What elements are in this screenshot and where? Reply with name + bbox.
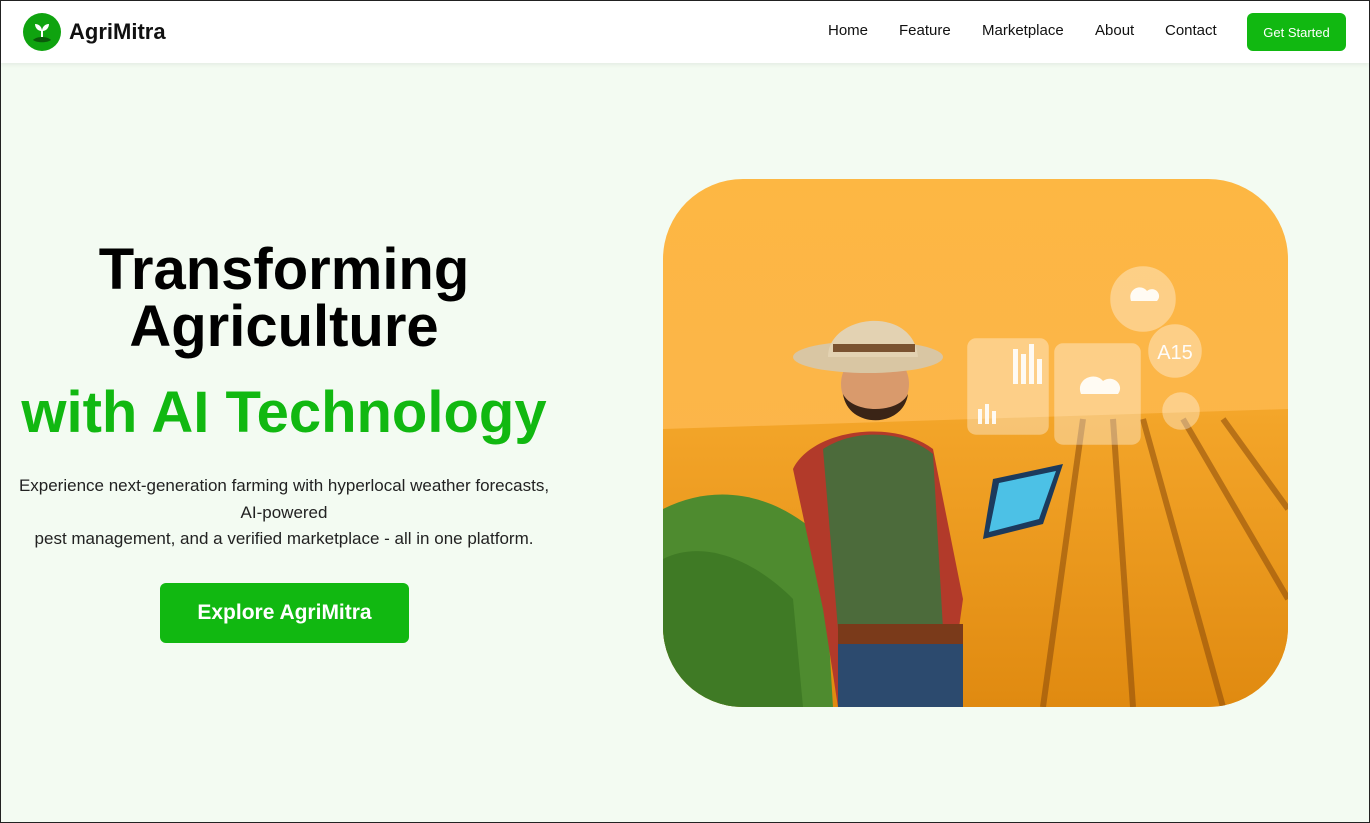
hero-title-line1: Transforming — [98, 237, 470, 302]
explore-button[interactable]: Explore AgriMitra — [160, 583, 409, 643]
top-navbar: AgriMitra Home Feature Marketplace About… — [1, 1, 1369, 63]
hero-description-line3: pest management, and a verified marketpl… — [34, 529, 534, 548]
hud-badge-text: A15 — [1157, 342, 1193, 364]
nav-about[interactable]: About — [1095, 22, 1134, 39]
get-started-button[interactable]: Get Started — [1247, 13, 1346, 51]
hero-image: A15 — [663, 179, 1288, 707]
hero-description-line1: Experience next-generation farming with … — [18, 476, 550, 495]
nav-links: Home Feature Marketplace About Contact — [1, 1, 1369, 63]
nav-contact[interactable]: Contact — [1165, 22, 1217, 39]
nav-home[interactable]: Home — [828, 22, 868, 39]
hero-description-line2: AI-powered — [240, 503, 328, 522]
hero-title-highlight: with AI Technology — [21, 380, 547, 445]
farmer-illustration: A15 — [663, 179, 1288, 707]
nav-marketplace[interactable]: Marketplace — [982, 22, 1064, 39]
hero-title-line2: Agriculture — [129, 294, 439, 359]
nav-feature[interactable]: Feature — [899, 22, 951, 39]
